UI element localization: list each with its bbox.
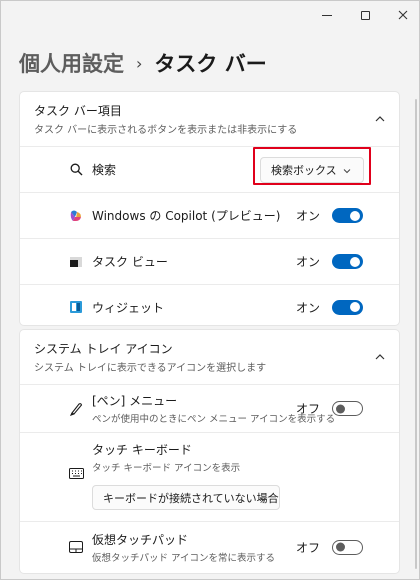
pen-icon [68,401,84,417]
chevron-down-icon [343,164,351,177]
chevron-up-icon[interactable] [375,114,385,124]
widgets-toggle-group: オン [296,299,363,316]
title-bar [1,1,419,29]
search-label: 検索 [92,163,117,177]
section-title: タスク バー項目 [34,104,122,118]
taskview-toggle[interactable] [332,254,363,269]
copilot-row: Windows の Copilot (プレビュー) オン [20,193,399,239]
settings-window: 個人用設定 › タスク バー タスク バー項目 タスク バーに表示されるボタンを… [0,0,420,580]
widgets-toggle[interactable] [332,299,363,315]
minimize-button[interactable] [307,1,347,29]
page-title: タスク バー [154,52,267,76]
breadcrumb-parent[interactable]: 個人用設定 [19,48,124,78]
toggle-state-label: オフ [295,540,320,555]
breadcrumb: 個人用設定 › タスク バー [19,47,267,79]
close-button[interactable] [383,1,420,29]
dropdown-value: 検索ボックス [271,164,337,177]
chevron-down-icon [259,491,267,504]
touchpad-toggle[interactable] [332,539,363,555]
toggle-state-label: オン [295,209,320,223]
touchpad-icon [68,539,84,555]
scrollbar[interactable] [415,99,417,569]
maximize-button[interactable] [345,1,385,29]
taskview-toggle-group: オン [296,253,363,270]
taskbar-items-section: タスク バー項目 タスク バーに表示されるボタンを表示または非表示にする 検索 … [19,91,400,326]
system-tray-header[interactable]: システム トレイ アイコン システム トレイに表示できるアイコンを選択します [20,330,399,385]
taskview-label: タスク ビュー [92,255,168,269]
virtual-touchpad-row: 仮想タッチパッド 仮想タッチパッド アイコンを常に表示する オフ [20,522,399,572]
task-view-icon [68,254,84,270]
section-subtitle: システム トレイに表示できるアイコンを選択します [34,363,267,374]
touch-keyboard-sub: タッチ キーボード アイコンを表示 [92,463,241,474]
touchpad-sub: 仮想タッチパッド アイコンを常に表示する [92,552,276,564]
toggle-state-label: オン [295,255,320,269]
touch-keyboard-label: タッチ キーボード [92,443,192,457]
touch-keyboard-row: タッチ キーボード タッチ キーボード アイコンを表示 キーボードが接続されてい… [20,433,399,522]
toggle-state-label: オフ [295,402,320,416]
section-title: システム トレイ アイコン [34,342,173,356]
minimize-icon [322,14,332,16]
touchpad-label: 仮想タッチパッド [92,532,189,547]
keyboard-icon [68,465,84,481]
pen-toggle-group: オフ [296,400,363,417]
widgets-icon [68,299,84,315]
copilot-label: Windows の Copilot (プレビュー) [92,209,281,223]
chevron-up-icon[interactable] [375,352,385,362]
touch-keyboard-dropdown[interactable]: キーボードが接続されていない場合 [92,485,280,510]
section-subtitle: タスク バーに表示されるボタンを表示または非表示にする [34,125,298,136]
widgets-row: ウィジェット オン [20,285,399,329]
copilot-toggle[interactable] [332,208,363,223]
search-mode-dropdown[interactable]: 検索ボックス [260,157,364,183]
taskbar-items-header[interactable]: タスク バー項目 タスク バーに表示されるボタンを表示または非表示にする [20,92,399,147]
search-row: 検索 検索ボックス [20,147,399,193]
taskview-row: タスク ビュー オン [20,239,399,285]
dropdown-value: キーボードが接続されていない場合 [103,491,279,505]
search-icon [68,162,84,178]
breadcrumb-separator: › [136,53,143,73]
maximize-icon [360,10,370,20]
system-tray-section: システム トレイ アイコン システム トレイに表示できるアイコンを選択します [… [19,329,400,574]
pen-menu-toggle[interactable] [332,401,363,416]
close-icon [398,10,408,20]
widgets-label: ウィジェット [92,300,165,315]
touchpad-toggle-group: オフ [296,539,363,556]
copilot-toggle-group: オン [296,207,363,224]
copilot-icon [68,208,84,224]
toggle-state-label: オン [295,300,320,315]
pen-menu-row: [ペン] メニュー ペンが使用中のときにペン メニュー アイコンを表示する オフ [20,385,399,433]
